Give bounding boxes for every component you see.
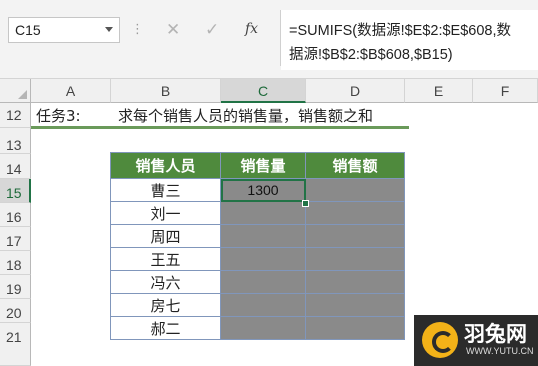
quantity-cell[interactable]: [220, 224, 306, 248]
table-row: 周四: [110, 224, 405, 248]
salesperson-cell[interactable]: 曹三: [110, 178, 221, 202]
quantity-cell[interactable]: [220, 247, 306, 271]
amount-cell[interactable]: [305, 270, 405, 294]
row-header-18[interactable]: 18: [0, 251, 31, 275]
salesperson-cell[interactable]: 房七: [110, 293, 221, 317]
row-header-20[interactable]: 20: [0, 299, 31, 323]
sales-summary-table: 销售人员 销售量 销售额 曹三 1300 刘一 周四 王五 冯六 房七 郝二: [110, 152, 405, 340]
column-header-f[interactable]: F: [473, 79, 538, 103]
column-header-c[interactable]: C: [221, 79, 306, 103]
column-header-d[interactable]: D: [306, 79, 405, 103]
insert-function-icon[interactable]: fx: [245, 21, 258, 37]
table-row: 王五: [110, 247, 405, 271]
column-header-a[interactable]: A: [31, 79, 111, 103]
cancel-icon[interactable]: ✕: [166, 20, 180, 40]
chevron-down-icon[interactable]: [105, 27, 113, 32]
salesperson-cell[interactable]: 冯六: [110, 270, 221, 294]
row-header-16[interactable]: 16: [0, 203, 31, 227]
select-all-button[interactable]: [0, 79, 31, 103]
brand-logo-icon: [422, 322, 458, 358]
enter-icon[interactable]: ✓: [205, 20, 219, 40]
row-header-14[interactable]: 14: [0, 154, 31, 179]
amount-cell[interactable]: [305, 293, 405, 317]
quantity-cell[interactable]: [220, 316, 306, 340]
row-header-15[interactable]: 15: [0, 179, 31, 203]
quantity-cell[interactable]: [220, 270, 306, 294]
active-cell-c15[interactable]: 1300: [220, 178, 306, 202]
row-header-17[interactable]: 17: [0, 227, 31, 251]
fill-handle[interactable]: [302, 200, 309, 207]
name-box[interactable]: C15: [8, 17, 120, 43]
quantity-cell[interactable]: [220, 293, 306, 317]
salesperson-cell[interactable]: 郝二: [110, 316, 221, 340]
row-header-21[interactable]: 21: [0, 323, 31, 366]
header-amount[interactable]: 销售额: [305, 152, 405, 179]
name-box-value: C15: [15, 22, 41, 38]
table-row: 刘一: [110, 201, 405, 225]
amount-cell[interactable]: [305, 201, 405, 225]
amount-cell[interactable]: [305, 224, 405, 248]
table-row: 冯六: [110, 270, 405, 294]
table-row: 房七: [110, 293, 405, 317]
task-label[interactable]: 任务3:: [36, 105, 81, 126]
salesperson-cell[interactable]: 王五: [110, 247, 221, 271]
watermark-brand: 羽兔网: [464, 322, 527, 346]
amount-cell[interactable]: [305, 247, 405, 271]
header-salesperson[interactable]: 销售人员: [110, 152, 221, 179]
table-row: 曹三 1300: [110, 178, 405, 202]
table-header-row: 销售人员 销售量 销售额: [110, 152, 405, 179]
salesperson-cell[interactable]: 刘一: [110, 201, 221, 225]
formula-line-1: =SUMIFS(数据源!$E$2:$E$608,数: [289, 23, 512, 39]
row-header-12[interactable]: 12: [0, 103, 31, 128]
amount-cell[interactable]: [305, 178, 405, 202]
formula-input[interactable]: =SUMIFS(数据源!$E$2:$E$608,数 据源!$B$2:$B$608,…: [281, 10, 538, 70]
row-header-19[interactable]: 19: [0, 275, 31, 299]
row-header-13[interactable]: 13: [0, 128, 31, 154]
column-header-e[interactable]: E: [405, 79, 473, 103]
formula-bar: C15 ⋮ ✕ ✓ fx =SUMIFS(数据源!$E$2:$E$608,数 据源…: [0, 0, 538, 79]
amount-cell[interactable]: [305, 316, 405, 340]
column-header-b[interactable]: B: [111, 79, 221, 103]
grip-icon: ⋮: [131, 22, 144, 37]
formula-line-2: 据源!$B$2:$B$608,$B15): [289, 47, 453, 63]
header-quantity[interactable]: 销售量: [220, 152, 306, 179]
table-row: 郝二: [110, 316, 405, 340]
underline-divider: [31, 126, 409, 129]
quantity-cell[interactable]: [220, 201, 306, 225]
task-description[interactable]: 求每个销售人员的销售量，销售额之和: [118, 105, 373, 126]
watermark-url: WWW.YUTU.CN: [466, 346, 534, 356]
salesperson-cell[interactable]: 周四: [110, 224, 221, 248]
